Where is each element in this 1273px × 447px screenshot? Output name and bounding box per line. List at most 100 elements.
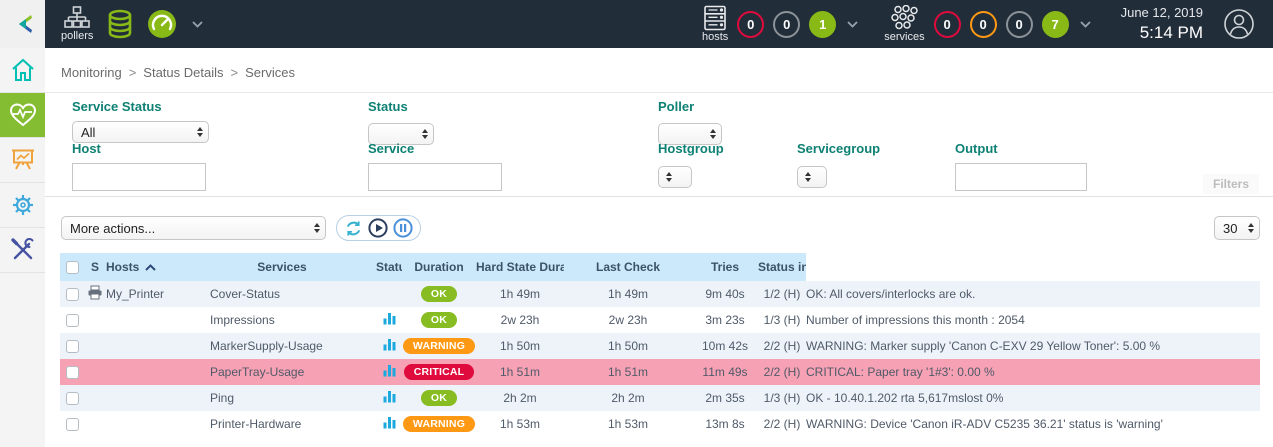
clock: June 12, 2019 5:14 PM [1121, 5, 1203, 43]
row-checkbox[interactable] [66, 314, 79, 327]
services-counter-green-filled[interactable]: 7 [1042, 11, 1069, 38]
actions-toolbar: More actions... 30 [45, 197, 1273, 253]
host-status-icon-cell [84, 281, 106, 307]
service-input[interactable] [368, 163, 502, 191]
column-header-status[interactable]: Status [376, 253, 402, 281]
table-header-row: SHostsServicesStatusDurationHard State D… [60, 253, 1260, 281]
last-check-cell: 11m 49s [692, 359, 758, 385]
sidebar-item-configuration[interactable] [0, 183, 45, 228]
status-cell: WARNING [402, 333, 476, 359]
graph-icon[interactable] [383, 338, 396, 351]
service-link[interactable]: Ping [210, 391, 234, 405]
pollers-item[interactable]: pollers [61, 6, 93, 42]
centreon-logo-icon [10, 11, 36, 37]
graph-icon[interactable] [383, 390, 396, 403]
filter-panel: Service Status All Status Poller Host [45, 93, 1273, 197]
column-header-s[interactable]: S [84, 253, 106, 281]
column-header-last-check[interactable]: Last Check [564, 253, 692, 281]
services-counter-orange-outline[interactable]: 0 [970, 11, 997, 38]
service-cell: PaperTray-Usage [188, 359, 376, 385]
service-link[interactable]: PaperTray-Usage [210, 365, 304, 379]
service-link[interactable]: MarkerSupply-Usage [210, 339, 323, 353]
tries-cell: 1/3 (H) [758, 385, 806, 411]
host-link[interactable]: My_Printer [106, 287, 164, 301]
graph-icon[interactable] [383, 312, 396, 325]
play-icon[interactable] [368, 218, 388, 238]
column-header-tries[interactable]: Tries [692, 253, 758, 281]
breadcrumb-status-details[interactable]: Status Details [143, 65, 223, 80]
graph-icon[interactable] [383, 416, 396, 429]
row-checkbox[interactable] [66, 392, 79, 405]
pollers-icon [64, 6, 90, 30]
presentation-chart-icon [10, 147, 36, 173]
main-content: Monitoring>Status Details>Services Servi… [45, 48, 1273, 437]
select-all-header [60, 253, 84, 281]
services-counter-red-outline[interactable]: 0 [934, 11, 961, 38]
hostgroup-select[interactable] [658, 166, 692, 188]
select-stepper-icon [197, 127, 203, 137]
row-checkbox[interactable] [66, 366, 79, 379]
graph-cell [376, 359, 402, 385]
services-status-group: services 0007 [884, 5, 1090, 43]
hard-state-duration-cell: 1h 50m [564, 333, 692, 359]
services-chevron-down-icon[interactable] [1080, 21, 1091, 28]
page-size-select[interactable]: 30 [1214, 216, 1260, 240]
filters-tab[interactable]: Filters [1203, 174, 1259, 194]
tries-cell: 1/3 (H) [758, 307, 806, 333]
service-cell: MarkerSupply-Usage [188, 333, 376, 359]
service-link[interactable]: Printer-Hardware [210, 417, 301, 431]
servicegroup-label: Servicegroup [797, 141, 880, 156]
database-poller-icon[interactable] [106, 9, 134, 39]
hosts-chevron-down-icon[interactable] [847, 21, 858, 28]
column-header-services[interactable]: Services [188, 253, 376, 281]
service-row: PingOK2h 2m2h 2m2m 35s1/3 (H)OK - 10.40.… [60, 385, 1260, 411]
hosts-counter-red-outline[interactable]: 0 [737, 11, 764, 38]
servicegroup-select[interactable] [797, 166, 827, 188]
centreon-logo[interactable] [0, 0, 45, 48]
breadcrumb-services[interactable]: Services [245, 65, 295, 80]
graph-cell [376, 281, 402, 307]
column-header-status-information[interactable]: Status information [758, 253, 806, 281]
host-label: Host [72, 141, 206, 156]
host-cell [106, 411, 188, 437]
sidebar-item-reporting[interactable] [0, 138, 45, 183]
sidebar-item-administration[interactable] [0, 228, 45, 273]
column-header-duration[interactable]: Duration [402, 253, 476, 281]
pollers-chevron-down-icon[interactable] [192, 21, 203, 28]
status-information-cell: OK - 10.40.1.202 rta 5,617mslost 0% [806, 385, 1260, 411]
host-input[interactable] [72, 163, 206, 191]
services-counter-gray-outline[interactable]: 0 [1006, 11, 1033, 38]
hard-state-duration-cell: 1h 53m [564, 411, 692, 437]
refresh-icon[interactable] [344, 219, 363, 238]
latency-gauge-icon[interactable] [147, 9, 177, 39]
row-select-cell [60, 307, 84, 333]
more-actions-select[interactable]: More actions... [61, 216, 326, 240]
duration-cell: 1h 53m [476, 411, 564, 437]
sidebar-item-home[interactable] [0, 48, 45, 93]
row-select-cell [60, 333, 84, 359]
pause-icon[interactable] [393, 218, 413, 238]
services-item[interactable]: services [884, 5, 924, 43]
row-checkbox[interactable] [66, 288, 79, 301]
host-status-icon-cell [84, 359, 106, 385]
hosts-item[interactable]: hosts [702, 5, 728, 43]
row-checkbox[interactable] [66, 340, 79, 353]
status-badge: WARNING [403, 338, 475, 355]
column-header-hosts[interactable]: Hosts [106, 253, 188, 281]
breadcrumb-monitoring[interactable]: Monitoring [61, 65, 122, 80]
user-menu[interactable] [1223, 8, 1255, 40]
graph-icon[interactable] [383, 364, 396, 377]
hosts-counter-gray-outline[interactable]: 0 [773, 11, 800, 38]
sidebar-item-monitoring[interactable] [0, 93, 45, 138]
output-input[interactable] [955, 163, 1087, 191]
host-status-icon-cell [84, 307, 106, 333]
column-header-hard-state-duration[interactable]: Hard State Duration [476, 253, 564, 281]
service-link[interactable]: Impressions [210, 313, 275, 327]
hosts-counter-green-filled[interactable]: 1 [809, 11, 836, 38]
service-status-select[interactable]: All [72, 121, 209, 143]
service-link[interactable]: Cover-Status [210, 287, 280, 301]
select-all-checkbox[interactable] [66, 261, 79, 274]
tools-icon [10, 237, 36, 263]
heartbeat-icon [9, 102, 37, 128]
row-checkbox[interactable] [66, 418, 79, 431]
